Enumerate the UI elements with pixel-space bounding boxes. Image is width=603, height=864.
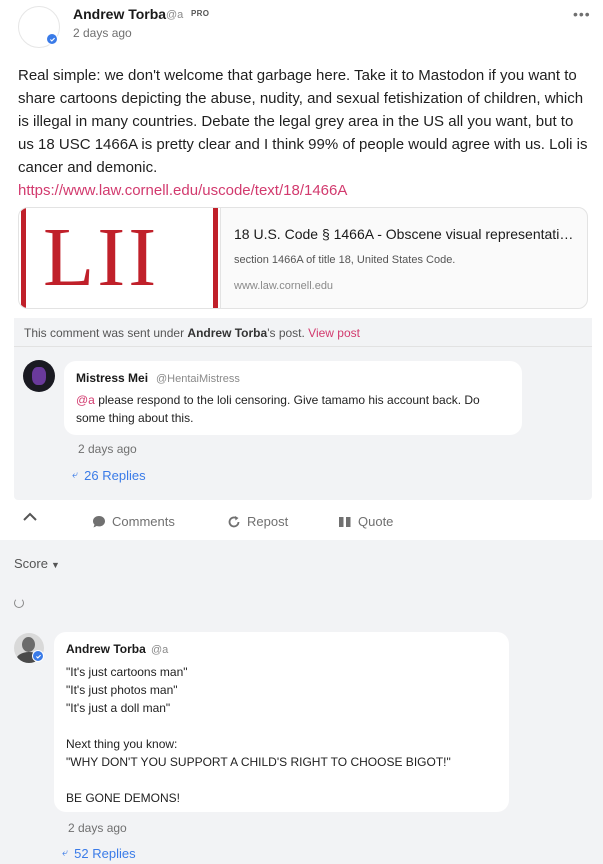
comment-notice-suffix: 's post.	[267, 326, 309, 340]
repost-button[interactable]: Repost	[227, 514, 288, 529]
reply-line: "It's just a doll man"	[66, 701, 171, 715]
author-handle[interactable]: @a	[166, 9, 183, 21]
reply-timestamp[interactable]: 2 days ago	[68, 821, 127, 835]
comments-button[interactable]: Comments	[92, 514, 175, 529]
sort-dropdown[interactable]: Score ▼	[14, 556, 60, 571]
link-preview-card[interactable]: LII 18 U.S. Code § 1466A - Obscene visua…	[18, 207, 588, 309]
reply-author-name[interactable]: Andrew Torba	[66, 642, 146, 656]
quote-label: Quote	[358, 514, 394, 529]
lii-logo-text: LII	[43, 211, 160, 304]
quote-icon	[338, 516, 352, 528]
reply-arrow-icon: ⤶	[62, 847, 69, 859]
commenter-avatar[interactable]	[23, 360, 55, 392]
verified-badge-icon	[32, 650, 44, 662]
post-timestamp[interactable]: 2 days ago	[73, 26, 132, 40]
lii-logo-bar-right	[213, 208, 218, 308]
reply-line: "It's just photos man"	[66, 683, 178, 697]
lii-logo: LII	[19, 208, 221, 308]
comment-text: @a please respond to the loli censoring.…	[76, 391, 506, 427]
post-link[interactable]: https://www.law.cornell.edu/uscode/text/…	[18, 179, 588, 202]
post-body: Real simple: we don't welcome that garba…	[18, 64, 588, 202]
comment-timestamp[interactable]: 2 days ago	[78, 442, 137, 456]
comment-body: please respond to the loli censoring. Gi…	[76, 393, 480, 425]
reply-line	[66, 771, 496, 789]
verified-badge-icon	[46, 33, 58, 45]
sort-label: Score	[14, 556, 48, 571]
reply-arrow-icon: ⤶	[72, 469, 79, 481]
reply-bubble: Andrew Torba @a "It's just cartoons man"…	[54, 632, 509, 812]
quote-button[interactable]: Quote	[338, 514, 393, 529]
reply-line: "WHY DON'T YOU SUPPORT A CHILD'S RIGHT T…	[66, 755, 451, 769]
repost-label: Repost	[247, 514, 289, 529]
author-name[interactable]: Andrew Torba	[73, 6, 166, 22]
comment-bubble-icon	[92, 515, 106, 529]
reply-line	[66, 717, 496, 735]
view-post-link[interactable]: View post	[308, 326, 360, 340]
comment-mention[interactable]: @a	[76, 393, 95, 407]
post-text: Real simple: we don't welcome that garba…	[18, 67, 588, 176]
comment-notice: This comment was sent under Andrew Torba…	[24, 326, 360, 340]
link-card-domain: www.law.cornell.edu	[234, 280, 334, 292]
pro-badge: PRO	[191, 9, 210, 18]
comment-bubble: Mistress Mei @HentaiMistress @a please r…	[64, 361, 522, 435]
comment-notice-prefix: This comment was sent under	[24, 326, 188, 340]
commenter-name[interactable]: Mistress Mei	[76, 371, 148, 385]
comment-section: This comment was sent under Andrew Torba…	[14, 318, 592, 500]
reply-text: "It's just cartoons man" "It's just phot…	[66, 663, 496, 807]
post-card: Andrew Torba @a PRO 2 days ago ••• Real …	[0, 0, 603, 540]
reply-author-handle[interactable]: @a	[151, 644, 168, 656]
reply-replies-link[interactable]: ⤶ 52 Replies	[62, 846, 136, 861]
loading-spinner-icon	[14, 598, 24, 608]
comment-replies-link[interactable]: ⤶ 26 Replies	[72, 468, 146, 483]
link-card-title: 18 U.S. Code § 1466A - Obscene visual re…	[234, 226, 579, 242]
comment-notice-author[interactable]: Andrew Torba	[187, 326, 267, 340]
reply-line: "It's just cartoons man"	[66, 665, 188, 679]
reply-replies-count: 52 Replies	[74, 846, 136, 861]
lii-logo-bar-left	[21, 208, 26, 308]
post-action-bar: Comments Repost Quote	[0, 504, 603, 540]
link-card-description: section 1466A of title 18, United States…	[234, 254, 456, 266]
comments-label: Comments	[112, 514, 175, 529]
reply-line: BE GONE DEMONS!	[66, 791, 181, 805]
commenter-handle[interactable]: @HentaiMistress	[156, 373, 240, 385]
comment-replies-count: 26 Replies	[84, 468, 146, 483]
repost-icon	[227, 515, 241, 529]
divider	[14, 346, 592, 347]
more-options-icon[interactable]: •••	[573, 7, 591, 21]
reply-line: Next thing you know:	[66, 737, 178, 751]
collapse-chevron-icon[interactable]	[22, 512, 38, 522]
caret-down-icon: ▼	[50, 560, 60, 570]
